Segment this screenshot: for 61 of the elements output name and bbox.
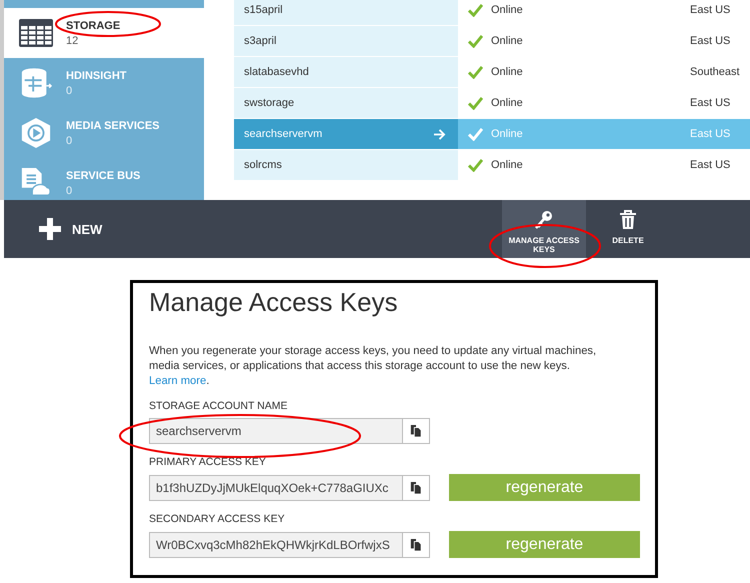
input-field[interactable]: searchservervm [149,418,403,444]
copy-button[interactable] [403,532,430,558]
table-cell: East US [690,159,730,171]
copy-button[interactable] [403,418,430,444]
description-text: When you regenerate your storage access keys, you need to update any virtual machines, media services, or applications that access this storage account to use the new keys. Learn more. [149,344,598,389]
check-icon [468,158,483,172]
check-icon [468,96,483,110]
copy-icon [410,538,422,552]
table-row[interactable]: s15april Online East US [234,0,750,25]
field-label: STORAGE ACCOUNT NAME [149,400,288,412]
new-button[interactable]: NEW [34,200,106,258]
table-cell: East US [690,4,730,16]
table-cell: Online [491,159,523,171]
table-cell: s15april [244,4,283,16]
table-cell: East US [690,35,730,47]
table-row[interactable]: solrcms Online East US [234,150,750,180]
field-label: SECONDARY ACCESS KEY [149,513,286,525]
check-icon [468,4,483,16]
copy-icon [410,424,422,438]
sidebar-label: SERVICE BUS [66,170,140,182]
command-button[interactable]: DELETE [586,200,670,258]
trash-icon [618,210,638,230]
table-cell: solrcms [244,159,282,171]
table-cell: East US [690,128,730,140]
check-icon [468,66,483,78]
key-icon [534,210,554,230]
table-cell: Southeast [690,66,740,78]
check-icon [468,34,483,48]
sidebar-count: 12 [66,34,80,46]
input-field[interactable]: Wr0BCxvq3cMh82hEkQHWkjrKdLBOrfwjxS [149,532,403,558]
table-cell: slatabasevhd [244,66,309,78]
sidebar-label: HDINSIGHT [66,70,126,82]
field-label: PRIMARY ACCESS KEY [149,456,267,468]
arrow-icon [433,128,446,140]
sidebar-count: 0 [66,134,74,146]
sidebar-count: 0 [66,184,74,196]
learn-more-link[interactable]: Learn more [149,375,206,387]
command-button[interactable]: MANAGE ACCESS KEYS [502,200,586,258]
sidebar-label: STORAGE [66,20,120,32]
table-cell: Online [491,35,523,47]
dialog-title: Manage Access Keys [149,287,399,318]
table-cell: swstorage [244,97,294,109]
sidebar-label: MEDIA SERVICES [66,120,160,132]
table-cell: East US [690,97,730,109]
table-cell: Online [491,128,523,140]
table-cell: Online [491,4,523,16]
copy-button[interactable] [403,474,430,500]
table-cell: s3april [244,35,276,47]
sidebar-item[interactable]: STORAGE 12 [4,8,204,58]
table-row[interactable]: slatabasevhd Online Southeast [234,57,750,87]
check-icon [468,128,483,140]
input-field[interactable]: b1f3hUZDyJjMUkElquqXOek+C778aGIUXc [149,474,403,500]
table-icon [18,17,54,49]
table-cell: Online [491,66,523,78]
copy-icon [410,480,422,494]
table-cell: Online [491,97,523,109]
table-cell: searchservervm [244,128,322,140]
sidebar-count: 0 [66,84,74,96]
table-row[interactable]: s3april Online East US [234,26,750,56]
table-row[interactable]: swstorage Online East US [234,88,750,118]
plus-icon [38,217,62,241]
